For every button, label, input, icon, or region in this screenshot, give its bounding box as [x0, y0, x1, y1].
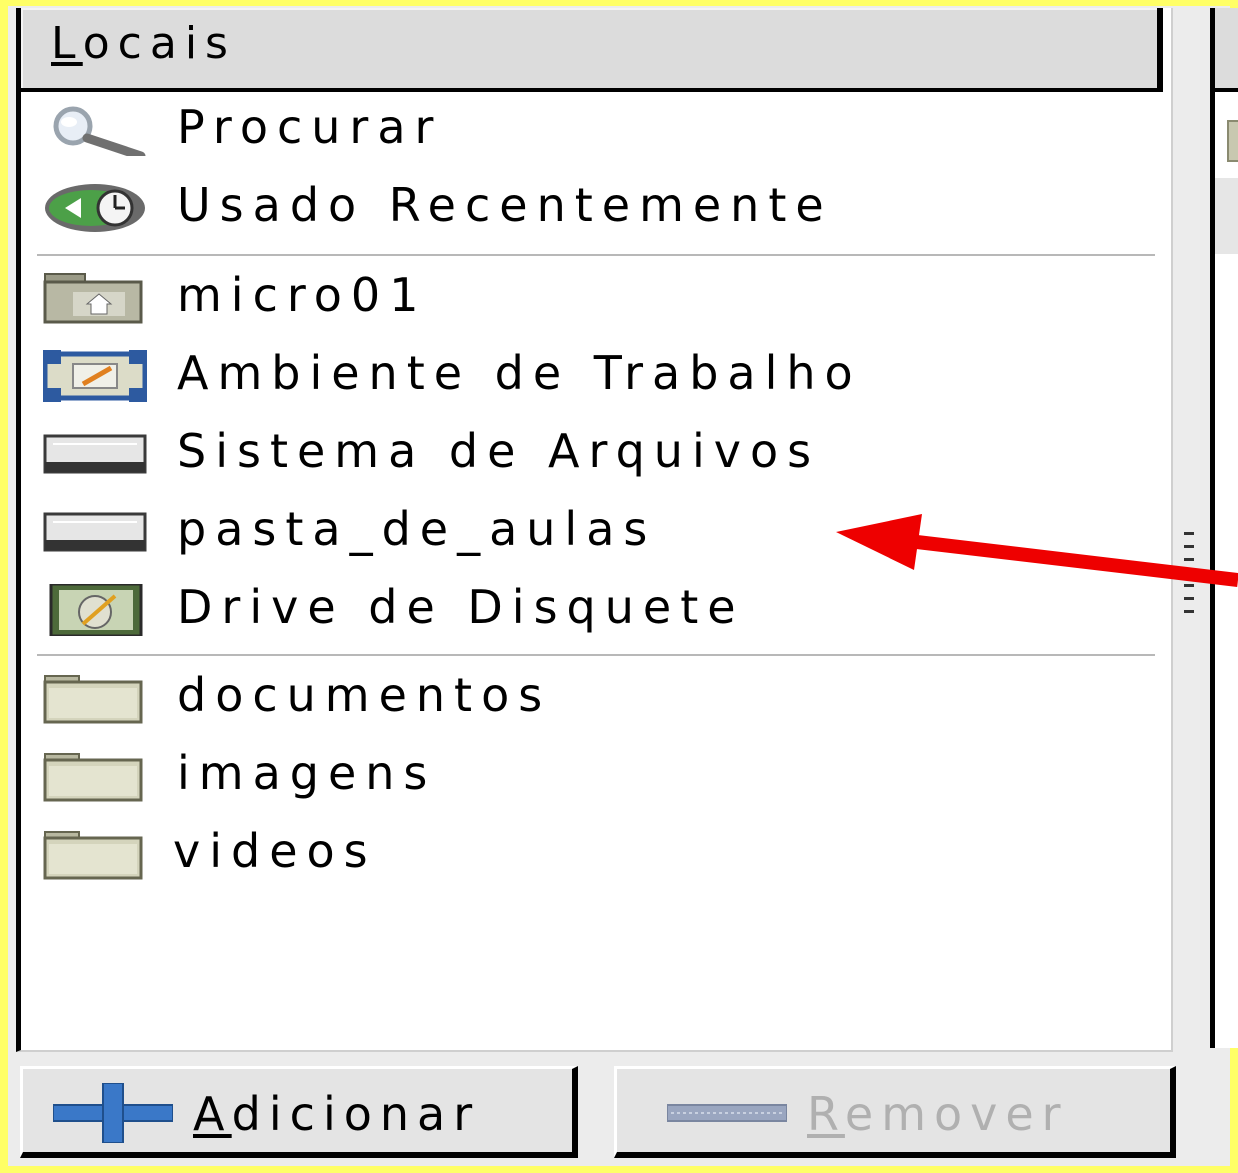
places-item-label: pasta_de_aulas — [177, 502, 657, 556]
home-folder-icon — [43, 272, 147, 324]
remove-button-label: Remover — [807, 1087, 1069, 1141]
places-item-label: videos — [173, 824, 377, 878]
places-separator — [37, 654, 1155, 656]
places-header-label: Locais — [51, 18, 236, 69]
places-item-videos[interactable]: videos — [21, 816, 1161, 894]
places-item-documentos[interactable]: documentos — [21, 660, 1161, 738]
remove-button-rest: emover — [844, 1087, 1069, 1141]
places-header-rest: ocais — [82, 18, 236, 69]
drive-icon — [43, 506, 147, 558]
remove-button[interactable]: Remover — [614, 1066, 1176, 1158]
folder-icon — [43, 750, 147, 802]
places-item-label: micro01 — [177, 268, 428, 322]
places-item-label: Procurar — [177, 100, 443, 154]
add-button-accel: A — [193, 1087, 232, 1141]
folder-icon — [43, 672, 147, 724]
places-item-recent[interactable]: Usado Recentemente — [21, 170, 1161, 248]
places-item-label: Sistema de Arquivos — [177, 424, 821, 478]
places-column-header[interactable]: Locais — [21, 8, 1163, 92]
desktop-icon — [42, 350, 148, 402]
places-item-desktop[interactable]: Ambiente de Trabalho — [21, 338, 1161, 416]
minus-icon — [666, 1103, 788, 1123]
places-item-label: Usado Recentemente — [177, 178, 833, 232]
add-button[interactable]: Adicionar — [20, 1066, 578, 1158]
file-row[interactable] — [1215, 178, 1238, 254]
places-separator — [37, 254, 1155, 256]
places-item-imagens[interactable]: imagens — [21, 738, 1161, 816]
files-column-header[interactable] — [1215, 8, 1238, 92]
places-item-procurar[interactable]: Procurar — [21, 92, 1161, 170]
places-item-label: imagens — [177, 746, 437, 800]
places-item-filesystem[interactable]: Sistema de Arquivos — [21, 416, 1161, 494]
add-button-rest: dicionar — [231, 1087, 481, 1141]
add-button-label: Adicionar — [193, 1087, 480, 1141]
screenshot-frame: Locais Procurar Usado Recentemente micro… — [0, 0, 1238, 1173]
folder-icon — [43, 828, 147, 880]
drive-icon — [43, 428, 147, 480]
search-icon — [43, 104, 147, 161]
places-item-label: documentos — [177, 668, 552, 722]
places-item-micro01[interactable]: micro01 — [21, 260, 1161, 338]
places-item-label: Drive de Disquete — [177, 580, 745, 634]
remove-button-accel: R — [807, 1087, 845, 1141]
floppy-icon — [43, 582, 147, 638]
places-item-label: Ambiente de Trabalho — [177, 346, 862, 400]
recent-clock-icon — [43, 182, 147, 234]
plus-icon — [52, 1082, 174, 1144]
places-header-accel: L — [51, 18, 83, 69]
red-arrow-annotation — [836, 514, 1238, 587]
file-icon — [1227, 120, 1238, 162]
